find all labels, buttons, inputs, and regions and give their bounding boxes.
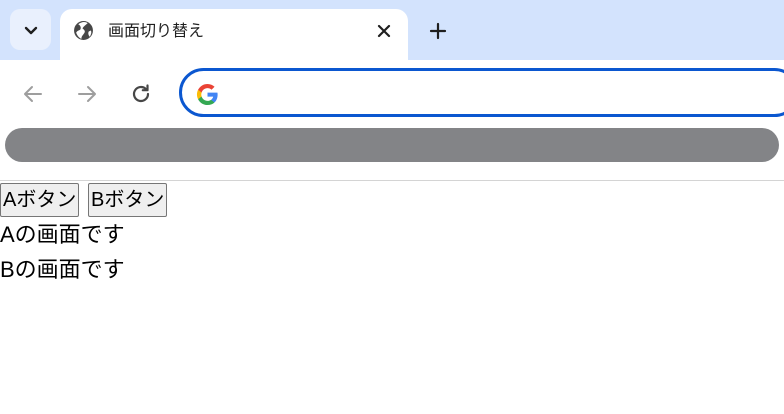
bookmark-bar bbox=[0, 128, 784, 181]
close-icon bbox=[377, 24, 391, 38]
screen-b-text: Bの画面です bbox=[0, 257, 125, 282]
active-tab[interactable]: 画面切り替え bbox=[60, 9, 408, 60]
plus-icon bbox=[429, 22, 447, 40]
address-input[interactable] bbox=[232, 77, 776, 111]
tab-close-button[interactable] bbox=[372, 19, 396, 43]
arrow-left-icon bbox=[24, 86, 42, 102]
forward-button[interactable] bbox=[73, 80, 101, 108]
google-g-icon bbox=[196, 83, 218, 106]
bookmark-bar-overlay bbox=[5, 128, 779, 162]
b-button[interactable]: Bボタン bbox=[88, 183, 167, 217]
address-bar[interactable] bbox=[179, 68, 784, 117]
tab-strip: 画面切り替え bbox=[0, 0, 784, 60]
new-tab-button[interactable] bbox=[424, 17, 452, 45]
reload-icon bbox=[132, 84, 150, 103]
tab-title: 画面切り替え bbox=[108, 21, 205, 40]
page-content: Aボタン Bボタン Aの画面です Bの画面です bbox=[0, 181, 784, 414]
back-button[interactable] bbox=[19, 80, 47, 108]
reload-button[interactable] bbox=[127, 80, 155, 108]
browser-toolbar bbox=[0, 60, 784, 128]
tab-search-button[interactable] bbox=[10, 9, 51, 50]
screen-a-text: Aの画面です bbox=[0, 222, 125, 247]
chevron-down-icon bbox=[24, 26, 37, 34]
arrow-right-icon bbox=[78, 86, 96, 102]
a-button[interactable]: Aボタン bbox=[0, 183, 79, 217]
globe-icon bbox=[74, 21, 93, 40]
